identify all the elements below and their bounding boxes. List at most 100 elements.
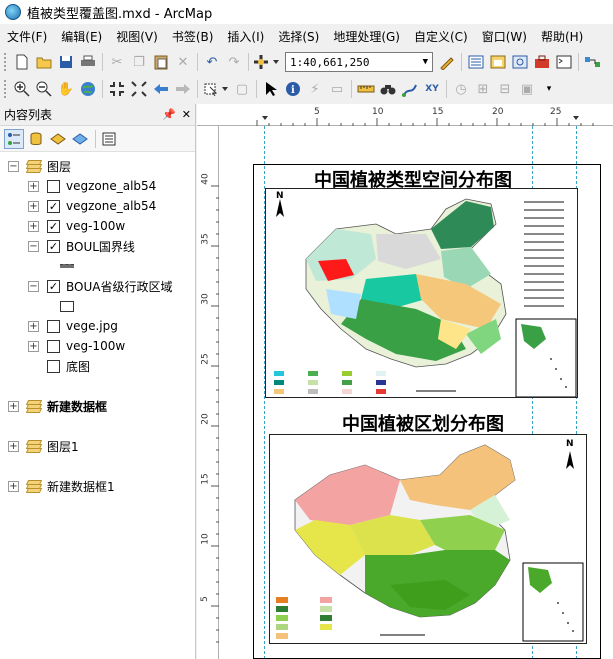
html-popup-icon[interactable]: ▭ — [327, 79, 347, 99]
undo-icon[interactable]: ↶ — [202, 52, 222, 72]
toolbar-grip[interactable] — [4, 53, 8, 71]
hyperlink-icon[interactable]: ⚡ — [305, 79, 325, 99]
toc-dataframe-row[interactable]: − 图层 — [8, 156, 71, 176]
layer-symbol-row[interactable] — [60, 296, 74, 316]
identify-icon[interactable]: i — [283, 79, 303, 99]
expand-icon[interactable]: + — [28, 220, 39, 232]
go-forward-icon[interactable] — [173, 79, 193, 99]
collapse-icon[interactable]: − — [28, 240, 39, 252]
add-data-icon[interactable] — [253, 52, 281, 72]
menu-bookmarks[interactable]: 书签(B) — [165, 26, 221, 48]
toc-layer-row[interactable]: + vegzone_alb54 — [28, 176, 156, 196]
select-elements-icon[interactable] — [261, 79, 281, 99]
horizontal-ruler[interactable]: 5 10 15 20 25 — [197, 104, 613, 126]
map2-title[interactable]: 中国植被区划分布图 — [342, 410, 504, 436]
clear-selection-icon[interactable]: ▢ — [232, 79, 252, 99]
go-to-xy-icon[interactable]: XY — [422, 79, 442, 99]
layer-visibility-checkbox[interactable]: ✓ — [47, 219, 60, 233]
menu-file[interactable]: 文件(F) — [0, 26, 54, 48]
layer-symbol-row[interactable] — [60, 256, 74, 276]
toc-layer-row[interactable]: + ✓ vegzone_alb54 — [28, 196, 156, 216]
toolbar-grip[interactable] — [4, 80, 8, 98]
collapse-icon[interactable]: − — [8, 160, 19, 172]
collapse-icon[interactable]: − — [28, 280, 39, 292]
menu-edit[interactable]: 编辑(E) — [54, 26, 109, 48]
toc-options-icon[interactable] — [99, 129, 119, 149]
open-folder-icon[interactable] — [34, 52, 54, 72]
print-icon[interactable] — [78, 52, 98, 72]
toc-layer-row[interactable]: + ✓ veg-100w — [28, 216, 125, 236]
flicker-icon[interactable]: ▣ — [517, 79, 537, 99]
measure-icon[interactable] — [356, 79, 376, 99]
polygon-symbol-swatch[interactable] — [60, 300, 74, 312]
expand-icon[interactable]: + — [8, 400, 19, 412]
expand-icon[interactable]: + — [28, 200, 39, 212]
create-viewer-icon[interactable]: ⊞ — [473, 79, 493, 99]
menu-geoprocessing[interactable]: 地理处理(G) — [326, 26, 407, 48]
menu-insert[interactable]: 插入(I) — [220, 26, 271, 48]
redo-icon[interactable]: ↷ — [224, 52, 244, 72]
layer-visibility-checkbox[interactable]: ✓ — [47, 199, 60, 213]
layer-visibility-checkbox[interactable] — [47, 179, 60, 193]
delete-icon[interactable]: ✕ — [173, 52, 193, 72]
menu-customize[interactable]: 自定义(C) — [407, 26, 475, 48]
layer-visibility-checkbox[interactable] — [47, 359, 60, 373]
vertical-ruler[interactable]: 40 35 30 25 20 15 10 5 — [197, 126, 219, 659]
fixed-zoom-in-icon[interactable] — [107, 79, 127, 99]
go-back-icon[interactable] — [151, 79, 171, 99]
full-extent-icon[interactable] — [78, 79, 98, 99]
copy-icon[interactable]: ❐ — [129, 52, 149, 72]
swipe-icon[interactable]: ⊟ — [495, 79, 515, 99]
toc-dataframe-row[interactable]: + 新建数据框1 — [8, 476, 115, 496]
python-window-icon[interactable] — [554, 52, 574, 72]
toc-layer-row[interactable]: − ✓ BOUL国界线 — [28, 236, 135, 256]
toc-dataframe-row[interactable]: + 新建数据框 — [8, 396, 107, 416]
layer-visibility-checkbox[interactable] — [47, 339, 60, 353]
search-window-icon[interactable] — [510, 52, 530, 72]
model-builder-icon[interactable] — [583, 52, 603, 72]
toc-dataframe-row[interactable]: + 图层1 — [8, 436, 79, 456]
vegetation-zoning-map-frame[interactable]: N — [269, 434, 587, 644]
list-by-visibility-icon[interactable] — [48, 129, 68, 149]
arctoolbox-icon[interactable] — [532, 52, 552, 72]
select-features-icon[interactable] — [202, 79, 230, 99]
menu-selection[interactable]: 选择(S) — [271, 26, 326, 48]
time-slider-icon[interactable]: ◷ — [451, 79, 471, 99]
list-by-drawing-order-icon[interactable] — [4, 128, 24, 149]
line-symbol-swatch[interactable] — [60, 264, 74, 268]
zoom-in-icon[interactable] — [12, 79, 32, 99]
expand-icon[interactable]: + — [28, 180, 39, 192]
pan-icon[interactable]: ✋ — [56, 79, 76, 99]
menu-view[interactable]: 视图(V) — [109, 26, 165, 48]
find-icon[interactable] — [378, 79, 398, 99]
list-by-source-icon[interactable] — [26, 129, 46, 149]
table-of-contents-icon[interactable] — [466, 52, 486, 72]
vegetation-type-map-frame[interactable]: N — [265, 188, 578, 398]
paste-icon[interactable] — [151, 52, 171, 72]
toc-layer-row[interactable]: + veg-100w — [28, 336, 125, 356]
pin-icon[interactable]: 📌 — [162, 108, 176, 121]
layer-visibility-checkbox[interactable]: ✓ — [47, 279, 60, 293]
editor-toolbar-icon[interactable] — [437, 52, 457, 72]
catalog-icon[interactable] — [488, 52, 508, 72]
save-icon[interactable] — [56, 52, 76, 72]
layer-visibility-checkbox[interactable] — [47, 319, 60, 333]
toc-layer-row[interactable]: 底图 — [47, 356, 90, 376]
expand-icon[interactable]: + — [8, 440, 19, 452]
map-scale-dropdown[interactable]: 1:40,661,250 ▼ — [285, 52, 433, 72]
find-route-icon[interactable] — [400, 79, 420, 99]
menu-windows[interactable]: 窗口(W) — [475, 26, 534, 48]
expand-icon[interactable]: + — [28, 340, 39, 352]
layer-visibility-checkbox[interactable]: ✓ — [47, 239, 60, 253]
close-icon[interactable]: ✕ — [182, 108, 191, 121]
list-by-selection-icon[interactable] — [70, 129, 90, 149]
toc-layer-row[interactable]: − ✓ BOUA省级行政区域 — [28, 276, 172, 296]
new-document-icon[interactable] — [12, 52, 32, 72]
layout-view[interactable]: 5 10 15 20 25 40 35 30 25 20 15 10 5 中国植… — [197, 104, 613, 659]
zoom-out-icon[interactable] — [34, 79, 54, 99]
menu-help[interactable]: 帮助(H) — [534, 26, 590, 48]
toolbar-options-icon[interactable]: ▾ — [539, 79, 559, 99]
fixed-zoom-out-icon[interactable] — [129, 79, 149, 99]
expand-icon[interactable]: + — [28, 320, 39, 332]
toc-layer-row[interactable]: + vege.jpg — [28, 316, 118, 336]
